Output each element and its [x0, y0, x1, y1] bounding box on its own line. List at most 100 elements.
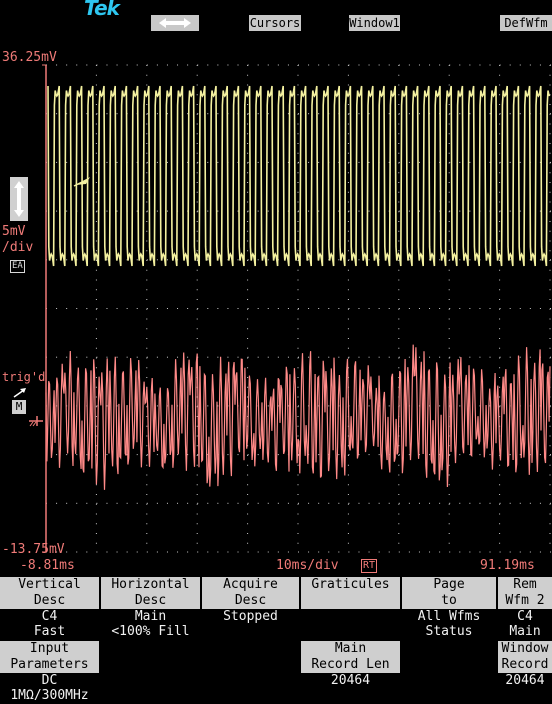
menu-title-line	[101, 641, 200, 657]
window-record-len-menu-button[interactable]: Window Record Len 20464	[498, 641, 552, 703]
menu-title-line: Desc	[234, 593, 267, 608]
vertical-scale-control[interactable]	[10, 177, 28, 221]
ea-badge: EA	[10, 260, 25, 273]
menu-button-title: Window Record Len	[498, 641, 552, 688]
menu-title-line: Record Len	[311, 657, 390, 672]
menu-title-line	[301, 593, 400, 609]
menu-title-line: Desc	[33, 593, 66, 608]
menu-value-line	[301, 624, 400, 639]
menu-button-title: Horizontal Desc	[101, 577, 200, 609]
menu-value-line: Main	[509, 624, 541, 639]
double-arrow-icon	[159, 18, 191, 28]
menu-title-line	[101, 657, 200, 673]
cursors-button[interactable]: Cursors	[249, 15, 301, 31]
menu-button-title: Graticules	[301, 577, 400, 609]
vertical-scale-value: 5mV	[2, 224, 26, 239]
menu-title-line: Desc	[134, 593, 167, 608]
menu-title-line: to	[441, 593, 457, 608]
menu-title-line: Input	[29, 641, 70, 656]
menu-value-line	[402, 673, 496, 688]
trigger-arrow-icon	[13, 388, 26, 398]
menu-button-value	[101, 673, 200, 703]
menu-value-line	[202, 624, 299, 639]
menu-title-line	[202, 657, 299, 673]
defwfm-button[interactable]: DefWfm	[500, 15, 552, 31]
menu-title-line	[402, 657, 496, 673]
menu-title-line: Vertical	[18, 577, 81, 592]
timebase-label: 10ms/div	[276, 558, 339, 573]
horizontal-desc-menu-button[interactable]: Horizontal Desc Main <100% Fill	[101, 577, 200, 639]
menu-button-value: C4 Fast	[0, 609, 99, 639]
menu-value-line	[202, 688, 299, 703]
menu-button-value	[402, 673, 496, 703]
menu-title-line: Record Len	[501, 657, 549, 688]
horizontal-position-button[interactable]	[151, 15, 199, 31]
waveform-display: 36.25mV -13.75mV -8.81ms 10ms/div RT 91.…	[0, 44, 552, 576]
ground-reference-icon	[29, 416, 43, 427]
menu-button-value: C4 Main	[498, 609, 552, 639]
waveform-trace-lower	[45, 344, 551, 490]
menu-button-title: Main Record Len	[301, 641, 400, 673]
menu-title-line: Parameters	[10, 657, 89, 672]
blank-2-menu-button	[202, 641, 299, 703]
menu-button-title	[101, 641, 200, 673]
menu-value-line	[202, 673, 299, 688]
menu-button-title: Vertical Desc	[0, 577, 99, 609]
menu-value-line: 1MΩ/300MHz	[10, 688, 89, 703]
graticules-menu-button[interactable]: Graticules	[301, 577, 400, 639]
menu-button-value: DC 1MΩ/300MHz	[0, 673, 99, 703]
menu-value-line	[301, 609, 400, 624]
left-time-label: -8.81ms	[20, 558, 75, 573]
blank-3-menu-button	[402, 641, 496, 703]
tek-logo: Tek	[84, 0, 120, 20]
menu-value-line	[301, 688, 400, 703]
page-to-menu-button[interactable]: Page to All Wfms Status	[402, 577, 496, 639]
menu-button-value: Main <100% Fill	[101, 609, 200, 639]
rt-badge: RT	[361, 559, 378, 573]
menu-value-line: Main	[134, 609, 167, 624]
menu-button-value	[202, 673, 299, 703]
menu-value-line: 20464	[330, 673, 371, 688]
menu-value-line	[101, 688, 200, 703]
menu-button-title: Rem Wfm 2	[498, 577, 552, 609]
menu-value-line: All Wfms	[417, 609, 481, 624]
menu-title-line: Window	[501, 641, 549, 656]
menu-title-line: Horizontal	[111, 577, 190, 592]
menu-value-line: Fast	[33, 624, 66, 639]
menu-value-line	[402, 688, 496, 703]
menu-title-line: Rem	[513, 577, 537, 592]
acquire-desc-menu-button[interactable]: Acquire Desc Stopped	[202, 577, 299, 639]
right-time-label: 91.19ms	[480, 558, 535, 573]
menu-value-line	[101, 673, 200, 688]
vertical-desc-menu-button[interactable]: Vertical Desc C4 Fast	[0, 577, 99, 639]
menu-button-value	[301, 609, 400, 639]
rem-wfm2-menu-button[interactable]: Rem Wfm 2 C4 Main	[498, 577, 552, 639]
menu-title-line: Wfm 2	[505, 593, 545, 608]
menu-value-line: 20464	[505, 673, 545, 688]
input-parameters-menu-button[interactable]: Input Parameters DC 1MΩ/300MHz	[0, 641, 99, 703]
menu-title-line	[402, 641, 496, 657]
main-record-len-menu-button[interactable]: Main Record Len 20464	[301, 641, 400, 703]
trigger-status: trig'd	[2, 370, 46, 384]
menu-title-line: Main	[334, 641, 367, 656]
menu-value-line: C4	[517, 609, 533, 624]
menu-value-line: DC	[41, 673, 58, 688]
menu-title-line: Graticules	[311, 577, 390, 592]
window1-button[interactable]: Window1	[349, 15, 400, 31]
menu-title-line: Page	[433, 577, 465, 592]
menu-button-title	[402, 641, 496, 673]
menu-button-title: Input Parameters	[0, 641, 99, 673]
menu-title-line	[202, 641, 299, 657]
menu-value-line: Stopped	[223, 609, 278, 624]
menu-button-value: 20464	[301, 673, 400, 703]
vertical-arrow-icon	[14, 181, 24, 217]
blank-1-menu-button	[101, 641, 200, 703]
menu-title-line: Acquire	[223, 577, 278, 592]
menu-button-title	[202, 641, 299, 673]
menu-button-title: Page to	[402, 577, 496, 609]
waveform-trace-upper	[47, 85, 551, 267]
graticule	[42, 64, 551, 553]
top-bar: Tek Cursors Window1 DefWfm	[0, 0, 552, 44]
top-voltage-label: 36.25mV	[2, 50, 57, 65]
menu-button-value: Stopped	[202, 609, 299, 639]
